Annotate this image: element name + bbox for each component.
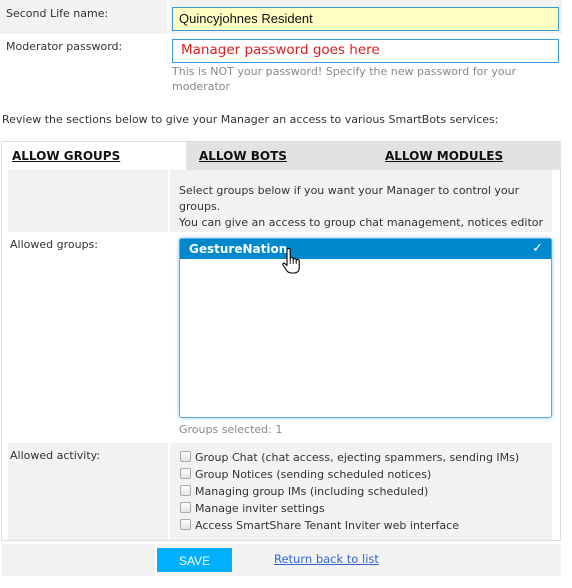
column-divider [168,170,170,232]
form-footer: SAVE Return back to list [2,544,561,576]
password-help-text: This is NOT your password! Specify the n… [172,64,552,94]
groups-description-row: Select groups below if you want your Man… [8,170,552,245]
password-help-line: This is NOT your password! Specify the n… [172,65,517,78]
activity-label: Group Chat (chat access, ejecting spamme… [195,451,520,464]
activity-label: Group Notices (sending scheduled notices… [195,468,432,481]
groups-selected-count: Groups selected: 1 [179,423,283,436]
checkbox[interactable] [180,519,191,530]
column-divider [168,443,170,540]
moderator-password-label: Moderator password: [6,40,123,53]
checkmark-icon: ✓ [532,241,543,256]
activity-item-group-chat: Group Chat (chat access, ejecting spamme… [180,449,519,466]
activity-item-group-notices: Group Notices (sending scheduled notices… [180,466,519,483]
groups-listbox[interactable]: GestureNation ✓ [179,238,552,418]
activity-label: Access SmartShare Tenant Inviter web int… [195,519,459,532]
moderator-password-input[interactable]: Manager password goes here [172,39,559,63]
second-life-name-label: Second Life name: [6,7,109,20]
password-help-line: moderator [172,80,231,93]
second-life-name-input[interactable]: Quincyjohnes Resident [172,7,559,31]
activity-label: Manage inviter settings [195,502,325,515]
activity-item-smartshare-inviter: Access SmartShare Tenant Inviter web int… [180,517,519,534]
checkbox[interactable] [180,502,191,513]
activity-item-inviter-settings: Manage inviter settings [180,500,519,517]
activity-checkbox-list: Group Chat (chat access, ejecting spamme… [180,449,519,534]
checkbox[interactable] [180,451,191,462]
activity-label: Managing group IMs (including scheduled) [195,485,429,498]
checkbox[interactable] [180,468,191,479]
save-button[interactable]: SAVE [157,548,232,572]
description-line: Select groups below if you want your Man… [179,184,520,213]
tab-allow-modules[interactable]: ALLOW MODULES [385,142,503,170]
checkbox[interactable] [180,485,191,496]
hand-pointer-cursor-icon [282,248,300,274]
group-option-name: GestureNation [189,242,288,256]
group-option-selected[interactable]: GestureNation ✓ [180,239,551,259]
sections-intro-text: Review the sections below to give your M… [2,113,499,126]
return-to-list-link[interactable]: Return back to list [274,552,379,566]
row-divider [167,0,170,34]
activity-item-group-ims: Managing group IMs (including scheduled) [180,483,519,500]
tab-allow-bots[interactable]: ALLOW BOTS [199,142,287,170]
allowed-groups-label: Allowed groups: [10,238,98,251]
tab-allow-groups[interactable]: ALLOW GROUPS [2,142,186,170]
tab-bar: ALLOW GROUPS ALLOW BOTS ALLOW MODULES [2,142,561,170]
allowed-activity-label: Allowed activity: [10,449,101,462]
